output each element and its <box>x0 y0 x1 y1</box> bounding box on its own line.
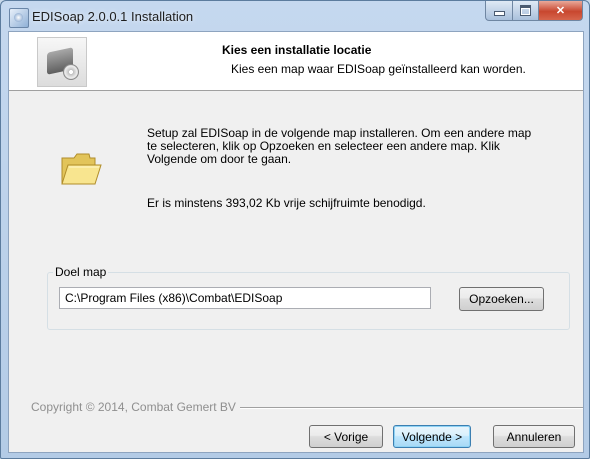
wizard-header: Kies een installatie locatie Kies een ma… <box>9 32 583 91</box>
window-title: EDISoap 2.0.0.1 Installation <box>32 9 194 24</box>
folder-icon <box>61 153 102 185</box>
disc-shape <box>63 64 79 80</box>
back-button[interactable]: < Vorige <box>309 425 383 448</box>
maximize-button[interactable] <box>513 1 539 21</box>
close-icon: ✕ <box>555 5 566 17</box>
window-controls: ✕ <box>485 1 583 21</box>
next-button[interactable]: Volgende > <box>393 425 471 448</box>
copyright-text: Copyright © 2014, Combat Gemert BV <box>31 400 240 414</box>
installer-window: EDISoap 2.0.0.1 Installation ✕ Kies een … <box>0 0 590 459</box>
space-required-text: Er is minstens 393,02 Kb vrije schijfrui… <box>147 196 426 210</box>
instructions-text: Setup zal EDISoap in de volgende map ins… <box>147 127 532 166</box>
close-button[interactable]: ✕ <box>539 1 583 21</box>
cancel-button[interactable]: Annuleren <box>493 425 575 448</box>
maximize-icon <box>520 5 531 16</box>
page-title: Kies een installatie locatie <box>222 43 372 57</box>
destination-path-input[interactable] <box>59 287 431 309</box>
dialog-client-area: Kies een installatie locatie Kies een ma… <box>8 31 584 453</box>
installer-app-icon <box>9 8 29 28</box>
page-subtitle: Kies een map waar EDISoap geïnstalleerd … <box>231 62 526 76</box>
minimize-icon <box>493 11 505 16</box>
destination-group-label: Doel map <box>53 265 109 279</box>
browse-button[interactable]: Opzoeken... <box>459 287 544 311</box>
minimize-button[interactable] <box>485 1 513 21</box>
title-bar[interactable]: EDISoap 2.0.0.1 Installation ✕ <box>1 1 589 31</box>
hard-drive-disc-icon <box>37 37 87 87</box>
instructions-paragraph: Setup zal EDISoap in de volgende map ins… <box>147 126 532 166</box>
